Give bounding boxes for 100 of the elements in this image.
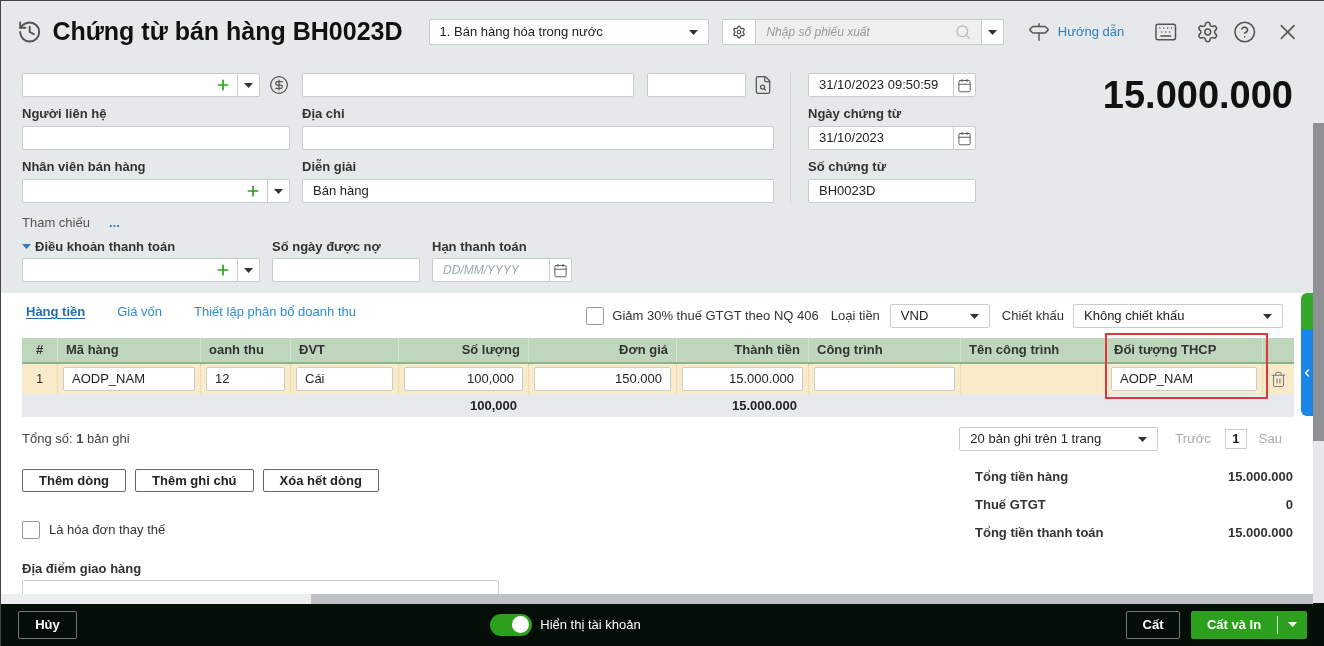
settings-icon[interactable] bbox=[1195, 20, 1220, 44]
field-label: Hạn thanh toán bbox=[432, 238, 528, 255]
caret-icon bbox=[1138, 436, 1148, 442]
guide-link[interactable]: Hướng dẫn bbox=[1027, 21, 1125, 43]
date-field[interactable]: 31/10/2023 bbox=[808, 126, 976, 150]
input-field[interactable]: BH0023D bbox=[808, 179, 976, 203]
action-button[interactable]: Thêm dòng bbox=[22, 469, 127, 492]
tab[interactable]: Hàng tiền bbox=[26, 302, 86, 322]
keyboard-icon[interactable] bbox=[1154, 20, 1178, 44]
column-header: Đối tượng THCP bbox=[1106, 338, 1263, 362]
calendar-icon[interactable] bbox=[957, 130, 972, 146]
column-header: Tên công trình bbox=[961, 338, 1106, 362]
input-field[interactable]: Bán hàng bbox=[302, 179, 774, 203]
toggle-switch[interactable] bbox=[490, 613, 533, 636]
page-size-select[interactable]: 20 bản ghi trên 1 trang bbox=[959, 427, 1159, 451]
field-label: Nhân viên bán hàng bbox=[22, 158, 147, 175]
column-header: Thành tiền bbox=[677, 338, 809, 362]
cell-input[interactable]: 150.000 bbox=[534, 367, 671, 391]
dollar-icon[interactable] bbox=[269, 75, 289, 95]
field-label: Diễn giải bbox=[302, 158, 358, 175]
caret-icon bbox=[969, 313, 979, 319]
signpost-icon bbox=[1027, 21, 1050, 43]
cell-input[interactable] bbox=[814, 367, 955, 391]
transaction-type-select[interactable]: 1. Bán hàng hóa trong nước bbox=[428, 19, 710, 45]
vertical-scrollbar[interactable] bbox=[1313, 63, 1324, 603]
date-field[interactable]: 31/10/2023 09:50:59 bbox=[808, 73, 976, 97]
cancel-button[interactable]: Hủy bbox=[18, 610, 77, 639]
summary-value: 0 bbox=[1285, 496, 1293, 515]
field-label: Số chứng từ bbox=[808, 158, 888, 175]
window-title: Chứng từ bán hàng BH0023D bbox=[52, 16, 403, 48]
combo-field[interactable] bbox=[22, 258, 260, 282]
column-header: oanh thu bbox=[201, 338, 291, 362]
action-button[interactable]: Xóa hết dòng bbox=[262, 469, 379, 492]
combo-field[interactable] bbox=[22, 73, 260, 97]
cell-input[interactable]: 12 bbox=[206, 367, 285, 391]
cell-input[interactable]: 15.000.000 bbox=[682, 367, 803, 391]
caret-icon bbox=[987, 29, 997, 35]
summary-value: 15.000.000 bbox=[1227, 524, 1293, 543]
column-header: # bbox=[22, 338, 58, 362]
caret-icon bbox=[1263, 313, 1272, 319]
document-search-icon[interactable] bbox=[753, 75, 773, 95]
column-total: 15.000.000 bbox=[731, 396, 797, 415]
calendar-icon[interactable] bbox=[957, 77, 972, 93]
caret-icon bbox=[244, 82, 253, 88]
settings-icon[interactable] bbox=[732, 25, 747, 39]
input-field[interactable] bbox=[22, 126, 290, 150]
tab[interactable]: Giá vốn bbox=[117, 302, 163, 322]
search-icon[interactable] bbox=[954, 24, 971, 40]
total-amount: 15.000.000 bbox=[1102, 75, 1293, 118]
field-label: Ngày chứng từ bbox=[808, 105, 903, 122]
checkbox[interactable] bbox=[22, 520, 40, 539]
add-icon[interactable] bbox=[215, 77, 231, 93]
input-field[interactable] bbox=[302, 73, 634, 97]
delete-icon[interactable] bbox=[1270, 370, 1287, 388]
save-button[interactable]: Cất bbox=[1126, 610, 1180, 639]
column-header: Mã hàng bbox=[58, 338, 201, 362]
checkbox[interactable] bbox=[586, 307, 605, 325]
column-header: ĐVT bbox=[291, 338, 399, 362]
cell-input[interactable]: AODP_NAM bbox=[1111, 367, 1257, 391]
reference-link[interactable]: ... bbox=[108, 213, 120, 233]
action-button[interactable]: Thêm ghi chú bbox=[135, 469, 254, 492]
input-field[interactable] bbox=[647, 73, 746, 97]
cell-input[interactable]: Cái bbox=[296, 367, 393, 391]
add-icon[interactable] bbox=[245, 183, 261, 199]
combo-field[interactable] bbox=[22, 179, 290, 203]
caret-icon bbox=[244, 267, 253, 273]
collapse-caret-icon[interactable] bbox=[22, 244, 31, 249]
horizontal-scrollbar[interactable] bbox=[1, 594, 1313, 604]
calendar-icon[interactable] bbox=[553, 262, 568, 278]
summary-value: 15.000.000 bbox=[1227, 468, 1293, 487]
caret-icon bbox=[274, 188, 283, 194]
toggle-label: Hiển thị tài khoản bbox=[540, 615, 641, 634]
tab[interactable]: Thiết lập phân bổ doanh thu bbox=[194, 302, 356, 322]
add-icon[interactable] bbox=[215, 262, 231, 278]
side-panel-toggle[interactable] bbox=[1301, 293, 1313, 416]
currency-select[interactable]: VND bbox=[889, 304, 990, 328]
reference-label: Tham chiếu bbox=[22, 214, 90, 233]
field-label: Điều khoản thanh toán bbox=[35, 238, 176, 255]
page-number[interactable]: 1 bbox=[1224, 429, 1247, 449]
cell-input[interactable]: AODP_NAM bbox=[63, 367, 195, 391]
column-header: Đơn giá bbox=[529, 338, 677, 362]
column-total: 100,000 bbox=[470, 396, 517, 415]
cell-input[interactable]: 100,000 bbox=[404, 367, 523, 391]
record-count: Tổng số: 1 bản ghi bbox=[22, 430, 130, 449]
field-label: Địa chỉ bbox=[302, 105, 346, 122]
discount-select[interactable]: Không chiết khấu bbox=[1073, 304, 1283, 328]
summary-label: Tổng tiền thanh toán bbox=[975, 524, 1104, 543]
field-label: Người liên hệ bbox=[22, 105, 108, 122]
input-field[interactable] bbox=[272, 258, 420, 282]
field-label: Số ngày được nợ bbox=[272, 238, 382, 255]
help-icon[interactable] bbox=[1233, 20, 1257, 44]
caret-icon bbox=[689, 29, 699, 35]
input-field[interactable] bbox=[302, 126, 774, 150]
vat-reduction-label: Giảm 30% thuế GTGT theo NQ 406 bbox=[612, 307, 819, 326]
history-icon[interactable] bbox=[17, 19, 43, 45]
summary-label: Thuế GTGT bbox=[975, 496, 1046, 515]
summary-label: Tổng tiền hàng bbox=[975, 468, 1069, 487]
currency-label: Loại tiền bbox=[830, 307, 880, 326]
caret-icon bbox=[1288, 622, 1297, 627]
column-header: Số lượng bbox=[399, 338, 529, 362]
